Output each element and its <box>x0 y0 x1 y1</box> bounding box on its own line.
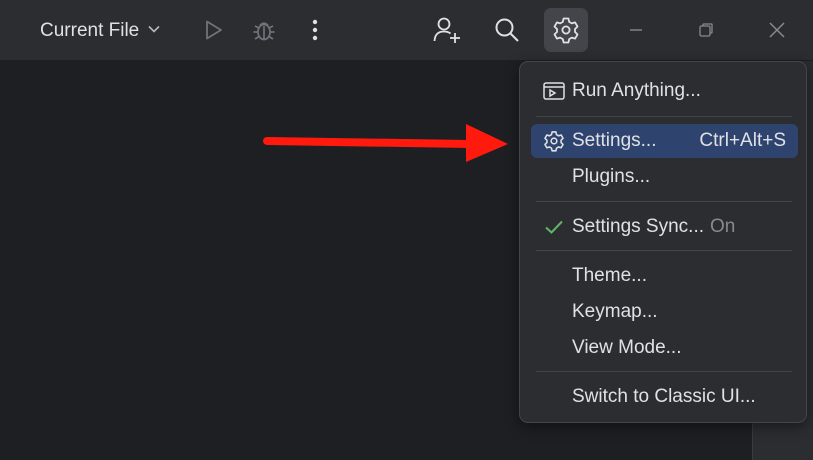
menu-divider <box>536 201 792 202</box>
menu-item-run-anything[interactable]: Run Anything... <box>531 74 798 108</box>
run-configuration-selector[interactable]: Current File <box>30 12 171 50</box>
bug-icon <box>251 17 277 43</box>
code-with-me-button[interactable] <box>425 8 469 52</box>
restore-icon <box>698 22 714 38</box>
menu-item-settings[interactable]: Settings... Ctrl+Alt+S <box>531 124 798 158</box>
menu-divider <box>536 371 792 372</box>
search-icon <box>493 16 521 44</box>
settings-dropdown-menu: Run Anything... Settings... Ctrl+Alt+S P… <box>519 61 807 423</box>
main-toolbar: Current File <box>0 0 813 61</box>
menu-item-shortcut: Ctrl+Alt+S <box>699 130 786 151</box>
menu-divider <box>536 250 792 251</box>
more-vertical-icon <box>311 18 319 42</box>
run-config-label: Current File <box>40 20 140 41</box>
menu-item-label: Settings... <box>572 130 657 151</box>
annotation-arrow <box>263 124 508 162</box>
close-icon <box>768 21 786 39</box>
menu-item-label: Settings Sync... <box>572 216 705 237</box>
add-user-icon <box>432 15 462 45</box>
debug-button[interactable] <box>242 8 286 52</box>
menu-item-label: View Mode... <box>572 337 682 358</box>
menu-item-label: Switch to Classic UI... <box>572 386 756 407</box>
menu-item-settings-sync[interactable]: Settings Sync... On <box>531 210 798 244</box>
close-button[interactable] <box>755 8 799 52</box>
run-anything-icon <box>543 81 565 101</box>
play-icon <box>201 18 225 42</box>
menu-item-view-mode[interactable]: View Mode... <box>531 331 798 365</box>
gear-icon <box>543 131 565 152</box>
search-button[interactable] <box>485 8 529 52</box>
restore-button[interactable] <box>684 8 728 52</box>
menu-item-plugins[interactable]: Plugins... <box>531 160 798 194</box>
menu-item-label: Theme... <box>572 265 647 286</box>
run-button[interactable] <box>191 8 235 52</box>
chevron-down-icon <box>147 20 161 42</box>
minimize-icon <box>628 22 644 38</box>
more-actions-button[interactable] <box>293 8 337 52</box>
menu-item-label: Plugins... <box>572 166 651 187</box>
menu-item-label: Keymap... <box>572 301 658 322</box>
gear-icon <box>552 16 580 44</box>
minimize-button[interactable] <box>614 8 658 52</box>
menu-item-keymap[interactable]: Keymap... <box>531 295 798 329</box>
menu-item-label-group: Settings Sync... On <box>572 216 735 238</box>
menu-item-switch-classic-ui[interactable]: Switch to Classic UI... <box>531 380 798 414</box>
checkmark-icon <box>543 217 565 237</box>
settings-button[interactable] <box>544 8 588 52</box>
sync-status: On <box>710 216 736 237</box>
menu-item-label: Run Anything... <box>572 80 701 101</box>
menu-divider <box>536 116 792 117</box>
menu-item-theme[interactable]: Theme... <box>531 259 798 293</box>
